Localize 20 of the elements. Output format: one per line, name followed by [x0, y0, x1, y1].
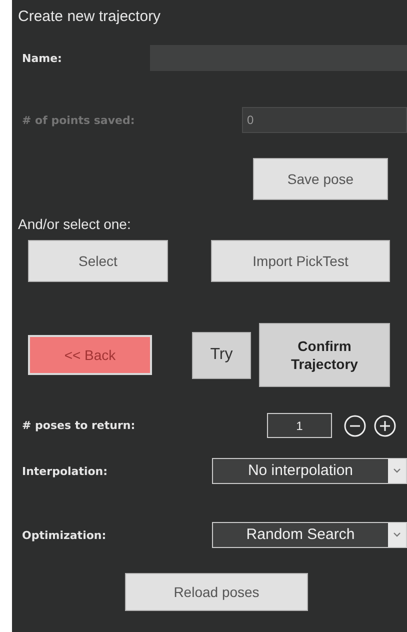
- dropdown[interactable]: No interpolation: [212, 458, 407, 484]
- import-button[interactable]: Import PickTest: [211, 240, 390, 282]
- dropdown[interactable]: Random Search: [212, 522, 407, 548]
- chevron-icon: [393, 468, 401, 474]
- dropdown-label: Interpolation:: [21, 464, 108, 478]
- name-label: Name:: [21, 52, 63, 64]
- try-button[interactable]: Try: [192, 332, 251, 378]
- select-button[interactable]: Select: [28, 240, 168, 282]
- chevron-icon: [393, 532, 401, 538]
- confirm-button[interactable]: Confirm Trajectory: [259, 323, 390, 387]
- plus-icon[interactable]: [374, 414, 396, 436]
- reload-poses-button[interactable]: Reload poses: [125, 573, 308, 611]
- panel-title: Create new trajectory: [17, 7, 162, 27]
- points-saved-label: # of points saved:: [21, 114, 136, 126]
- dropdown-label: Optimization:: [21, 528, 106, 542]
- select-heading: And/or select one:: [17, 216, 132, 232]
- poses-count-field[interactable]: 1: [267, 413, 332, 438]
- poses-label: # poses to return:: [21, 419, 136, 432]
- minus-icon[interactable]: [344, 414, 366, 436]
- save-pose-button[interactable]: Save pose: [253, 158, 388, 200]
